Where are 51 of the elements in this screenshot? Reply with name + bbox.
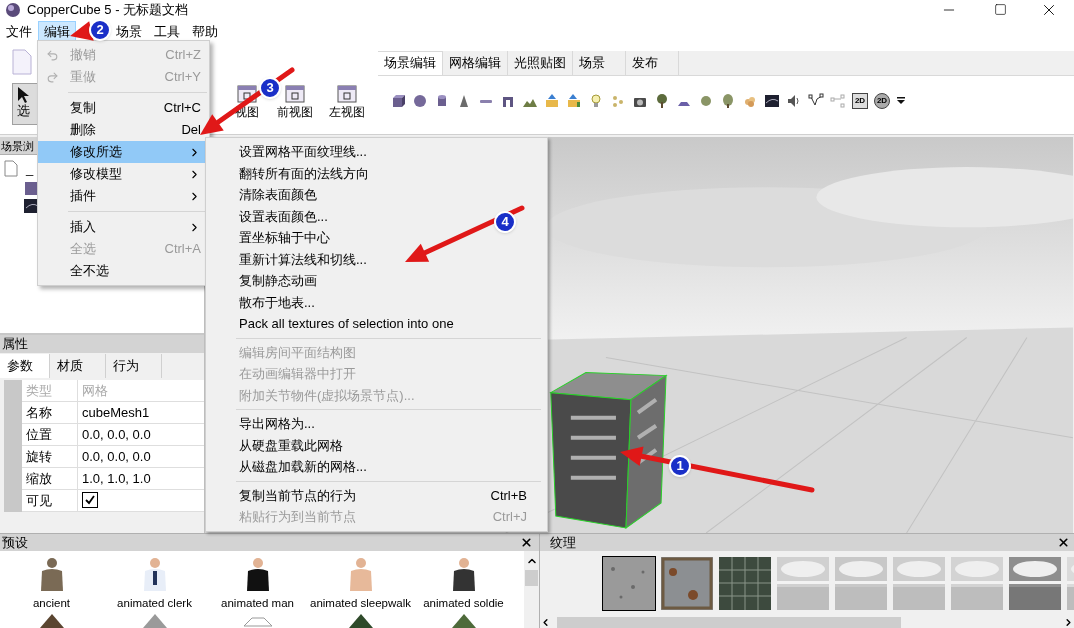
menu-item[interactable]: 文件	[0, 20, 38, 41]
shortcut-label: Ctrl+Z	[165, 46, 201, 65]
property-name: 旋转	[22, 445, 78, 467]
property-name: 可见	[22, 489, 78, 511]
property-value[interactable]: 0.0, 0.0, 0.0	[78, 445, 151, 467]
panel-title: 纹理	[550, 533, 576, 552]
preset-label[interactable]: animated soldie	[423, 594, 504, 612]
menu-item[interactable]: 清除表面颜色	[206, 184, 547, 206]
tree-item[interactable]: _	[26, 158, 34, 179]
menu-item[interactable]: 工具	[148, 20, 186, 41]
mode-2d-icon[interactable]: 2D	[874, 92, 890, 109]
shortcut-label: Ctrl+Y	[164, 68, 201, 87]
menu-item[interactable]: 场景	[110, 20, 148, 41]
menu-item[interactable]: 修改模型	[38, 163, 209, 185]
property-name: 类型	[22, 379, 78, 401]
shortcut-label: Ctrl+C	[163, 99, 201, 118]
preset-label[interactable]: animated clerk	[117, 594, 192, 612]
menu-item[interactable]: 插件	[38, 185, 209, 207]
property-tab[interactable]: 参数	[0, 353, 50, 378]
view-button[interactable]: 左视图	[326, 84, 368, 121]
shortcut-label: Ctrl+B	[490, 486, 527, 505]
property-name: 缩放	[22, 467, 78, 489]
panel-header: 属性	[0, 334, 204, 353]
editor-tab[interactable]: 场景编辑	[378, 50, 443, 75]
menu-item[interactable]: 散布于地表...	[206, 291, 547, 313]
menu-item[interactable]: 翻转所有面的法线方向	[206, 162, 547, 184]
window-title: CopperCube 5 - 无标题文档	[27, 1, 189, 19]
menu-item[interactable]: 全不选	[38, 260, 209, 282]
menu-item[interactable]: 帮助	[186, 20, 224, 41]
menu-item[interactable]: 插入	[38, 216, 209, 238]
mode-2d-icon[interactable]: 2D	[852, 92, 868, 109]
property-name: 名称	[22, 401, 78, 423]
property-value[interactable]: 0.0, 0.0, 0.0	[78, 423, 151, 445]
preset-label[interactable]: ancient	[32, 594, 71, 612]
menu-item[interactable]: 设置网格平面纹理线...	[206, 141, 547, 163]
menu-item[interactable]: 重新计算法线和切线...	[206, 248, 547, 270]
property-value[interactable]: 1.0, 1.0, 1.0	[78, 467, 151, 489]
menu-item[interactable]: 从硬盘重载此网格	[206, 434, 547, 456]
menu-item[interactable]: Pack all textures of selection into one	[206, 313, 547, 335]
preset-label[interactable]: animated sleepwalk	[310, 594, 411, 612]
property-value[interactable]: cubeMesh1	[78, 401, 150, 423]
menu-item[interactable]: 复制 Ctrl+C	[38, 97, 209, 119]
menu-item[interactable]: 复制当前节点的行为 Ctrl+B	[206, 484, 547, 506]
preset-label[interactable]: animated man	[221, 594, 294, 612]
shortcut-label: Ctrl+A	[164, 240, 201, 259]
menu-item[interactable]: 从磁盘加载新的网格...	[206, 456, 547, 478]
panel-title: 预设	[2, 533, 28, 552]
property-name: 位置	[22, 423, 78, 445]
menu-item[interactable]: 导出网格为...	[206, 413, 547, 435]
shortcut-label: Ctrl+J	[492, 508, 527, 526]
menu-item[interactable]: 复制静态动画	[206, 270, 547, 292]
